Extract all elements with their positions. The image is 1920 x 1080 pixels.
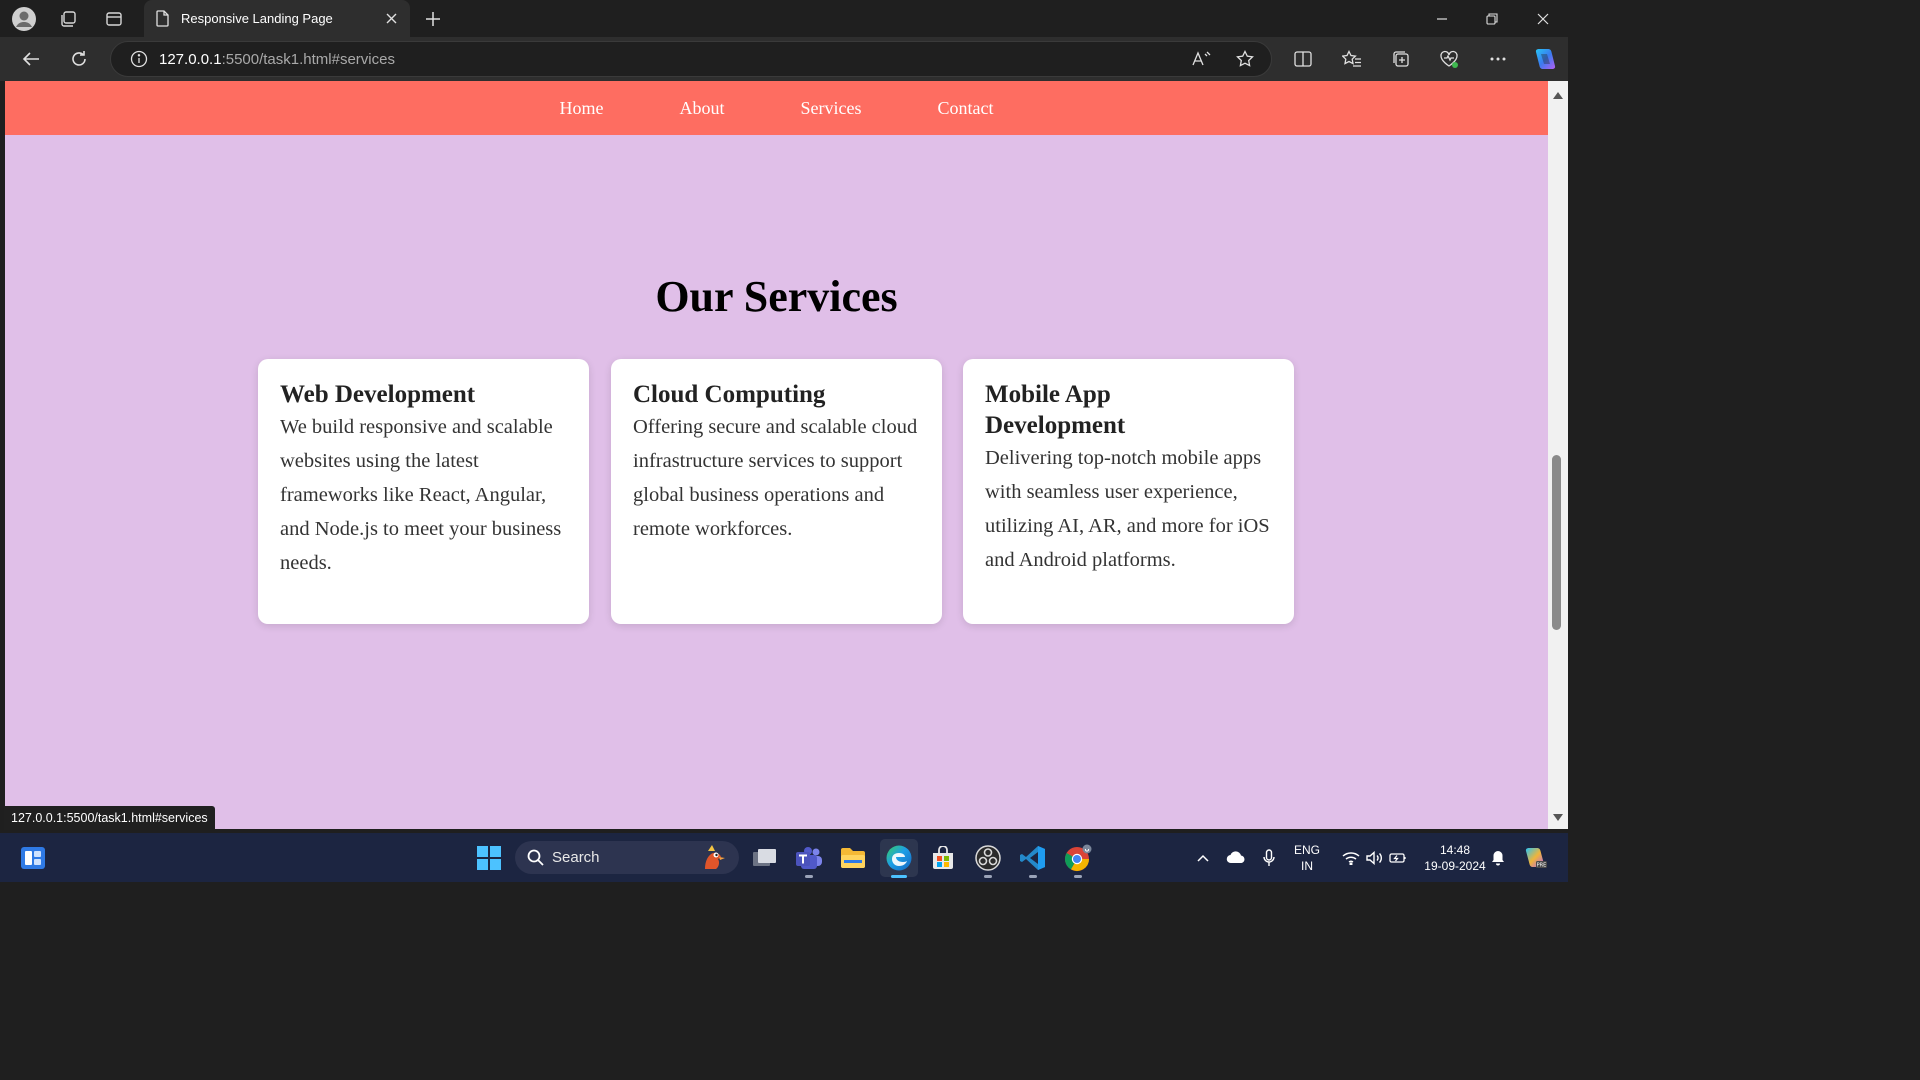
show-hidden-icons-chevron-icon[interactable] (1192, 833, 1214, 882)
card-description: Offering secure and scalable cloud infra… (633, 416, 918, 540)
card-title: Cloud Computing (633, 381, 826, 408)
volume-icon (1365, 850, 1383, 865)
scrollbar-thumb[interactable] (1552, 455, 1561, 630)
vscode-icon[interactable] (1014, 839, 1052, 878)
running-indicator (1029, 875, 1037, 878)
document-icon (154, 10, 172, 28)
windows-start-icon[interactable] (470, 839, 508, 877)
browser-essentials-icon[interactable] (1432, 42, 1466, 76)
new-tab-icon[interactable] (418, 4, 448, 34)
nav-link-home[interactable]: Home (560, 98, 604, 119)
notification-bell-icon[interactable] (1488, 833, 1508, 882)
search-icon (527, 849, 544, 866)
nav-link-services[interactable]: Services (801, 98, 862, 119)
collections-icon[interactable] (1384, 42, 1418, 76)
battery-charging-icon (1388, 852, 1407, 864)
services-heading: Our Services (655, 272, 898, 321)
language-indicator[interactable]: ENG IN (1290, 833, 1324, 882)
nav-link-contact[interactable]: Contact (937, 98, 993, 119)
page-viewport: Home About Services Contact Our Services… (5, 81, 1548, 829)
site-navbar: Home About Services Contact (5, 81, 1548, 135)
onedrive-cloud-icon[interactable] (1224, 833, 1248, 882)
clock-date: 19-09-2024 (1424, 858, 1486, 873)
browser-title-bar: Responsive Landing Page (0, 0, 1568, 37)
more-menu-icon[interactable] (1481, 42, 1515, 76)
card-title: Mobile App Development (985, 381, 1126, 439)
restore-icon[interactable] (1467, 0, 1517, 37)
split-screen-icon[interactable] (1286, 42, 1320, 76)
scroll-down-arrow-icon[interactable] (1548, 807, 1568, 827)
browser-toolbar: 127.0.0.1:5500/task1.html#services (0, 37, 1568, 81)
minimize-icon[interactable] (1417, 0, 1467, 37)
running-indicator (805, 875, 813, 878)
chrome-icon[interactable] (1059, 839, 1097, 878)
card-description: Delivering top-notch mobile apps with se… (985, 447, 1270, 571)
clock[interactable]: 14:48 19-09-2024 (1418, 833, 1492, 882)
search-label: Search (552, 849, 600, 866)
read-aloud-icon[interactable] (1185, 43, 1217, 75)
url-text: 127.0.0.1:5500/task1.html#services (159, 50, 395, 68)
tab-actions-icon[interactable] (94, 0, 134, 37)
region-code: IN (1300, 858, 1313, 873)
active-indicator (891, 875, 907, 878)
copilot-icon[interactable] (1527, 42, 1561, 76)
card-title: Web Development (280, 381, 476, 408)
workspaces-icon[interactable] (48, 0, 88, 37)
service-card-mobile-app-development: Mobile App Development Delivering top-no… (963, 359, 1294, 624)
teams-icon[interactable] (790, 839, 828, 878)
tab-title: Responsive Landing Page (181, 11, 333, 26)
back-arrow-icon[interactable] (14, 42, 48, 76)
svg-text:PRE: PRE (1537, 862, 1547, 868)
nav-link-about[interactable]: About (680, 98, 725, 119)
address-bar[interactable]: 127.0.0.1:5500/task1.html#services (110, 41, 1272, 77)
close-window-icon[interactable] (1518, 0, 1568, 37)
copilot-preview-icon[interactable]: PRE (1518, 833, 1552, 882)
site-info-icon[interactable] (119, 42, 159, 76)
search-highlight-icon (697, 843, 727, 873)
widgets-icon[interactable] (14, 839, 52, 877)
obs-icon[interactable] (969, 839, 1007, 878)
service-card-web-development: Web Development We build responsive and … (258, 359, 589, 624)
microsoft-store-icon[interactable] (924, 839, 962, 877)
task-view-icon[interactable] (746, 839, 784, 877)
clock-time: 14:48 (1439, 842, 1470, 857)
quick-settings[interactable] (1334, 833, 1414, 882)
edge-icon[interactable] (880, 839, 918, 878)
scroll-up-arrow-icon[interactable] (1548, 85, 1568, 105)
favorite-star-icon[interactable] (1229, 43, 1261, 75)
file-explorer-icon[interactable] (834, 839, 872, 877)
taskbar-search-box[interactable]: Search (515, 841, 739, 874)
favorites-icon[interactable] (1335, 42, 1369, 76)
card-description: We build responsive and scalable website… (280, 416, 562, 574)
refresh-icon[interactable] (62, 42, 96, 76)
windows-taskbar: Search ENG IN 14:48 19-09-2024 PRE (0, 833, 1568, 882)
language-code: ENG (1293, 842, 1320, 857)
profile-avatar-icon[interactable] (4, 0, 44, 37)
close-tab-icon[interactable] (376, 4, 406, 34)
link-status-url: 127.0.0.1:5500/task1.html#services (4, 806, 215, 830)
running-indicator (1074, 875, 1082, 878)
running-indicator (984, 875, 992, 878)
microphone-icon[interactable] (1258, 833, 1280, 882)
browser-tab-active[interactable]: Responsive Landing Page (144, 0, 410, 37)
service-card-cloud-computing: Cloud Computing Offering secure and scal… (611, 359, 942, 624)
page-scrollbar[interactable] (1548, 81, 1568, 829)
wifi-icon (1342, 851, 1360, 865)
